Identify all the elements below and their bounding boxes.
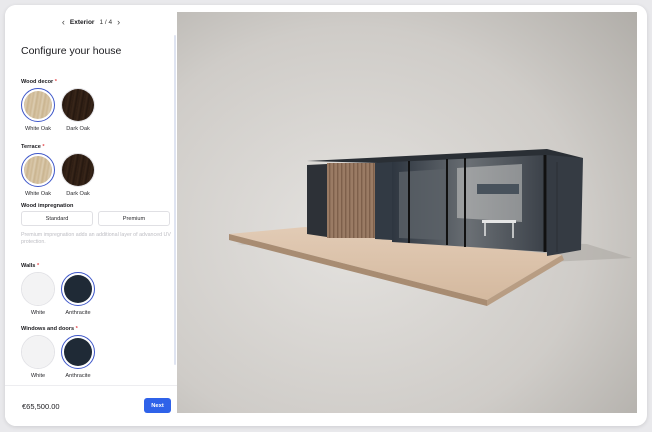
page-title: Configure your house [21,45,122,57]
swatch-label: Anthracite [65,310,91,316]
swatch-label: White Oak [24,126,52,132]
swatch-circle[interactable] [61,335,95,369]
terrace-white-oak[interactable]: White Oak [21,153,55,197]
swatch-circle[interactable] [61,272,95,306]
terrace-options: White Oak Dark Oak [21,153,95,197]
windows-doors-white[interactable]: White [21,335,55,379]
swatch-label: Dark Oak [66,191,90,197]
swatch-label: Anthracite [65,373,91,379]
total-price: €65,500.00 [22,402,60,411]
terrace-dark-oak[interactable]: Dark Oak [61,153,95,197]
impregnation-premium-button[interactable]: Premium [98,211,170,226]
walls-anthracite[interactable]: Anthracite [61,272,95,316]
footer-bar: €65,500.00 Next [5,385,177,426]
swatch-circle[interactable] [61,88,95,122]
wood-impregnation-options: Standard Premium [21,211,170,226]
swatch-circle[interactable] [21,272,55,306]
wood-impregnation-label: Wood impregnation [21,203,74,209]
swatch-label: Dark Oak [66,126,90,132]
walls-white[interactable]: White [21,272,55,316]
swatch-circle[interactable] [21,153,55,187]
step-count: 1 / 4 [99,18,113,26]
sidebar-scrollbar[interactable] [174,35,176,365]
swatch-circle[interactable] [61,153,95,187]
chevron-left-icon[interactable]: ‹ [62,17,65,27]
swatch-circle[interactable] [21,335,55,369]
config-sidebar: ‹ Exterior 1 / 4 › Configure your house … [5,5,177,426]
wood-decor-white-oak[interactable]: White Oak [21,88,55,132]
windows-doors-label: Windows and doors * [21,326,78,332]
swatch-label: White [30,310,46,316]
required-marker: * [54,79,57,85]
next-button[interactable]: Next [144,398,171,413]
house-3d-viewer[interactable] [177,12,637,413]
walls-options: White Anthracite [21,272,95,316]
windows-doors-anthracite[interactable]: Anthracite [61,335,95,379]
impregnation-hint: Premium impregnation adds an additional … [21,232,171,246]
terrace-label: Terrace * [21,144,45,150]
configurator-card: ‹ Exterior 1 / 4 › Configure your house … [5,5,647,426]
swatch-label: White [30,373,46,379]
impregnation-standard-button[interactable]: Standard [21,211,93,226]
house-render [177,12,637,413]
windows-doors-options: White Anthracite [21,335,95,379]
step-name: Exterior [69,18,95,26]
walls-label: Walls * [21,263,40,269]
required-marker: * [42,144,45,150]
step-navigator: ‹ Exterior 1 / 4 › [5,15,177,29]
required-marker: * [36,263,40,269]
wood-decor-label: Wood decor * [21,79,57,85]
required-marker: * [75,326,78,332]
swatch-label: White Oak [24,191,52,197]
wood-decor-dark-oak[interactable]: Dark Oak [61,88,95,132]
swatch-circle[interactable] [21,88,55,122]
wood-decor-options: White Oak Dark Oak [21,88,95,132]
chevron-right-icon[interactable]: › [117,17,120,27]
